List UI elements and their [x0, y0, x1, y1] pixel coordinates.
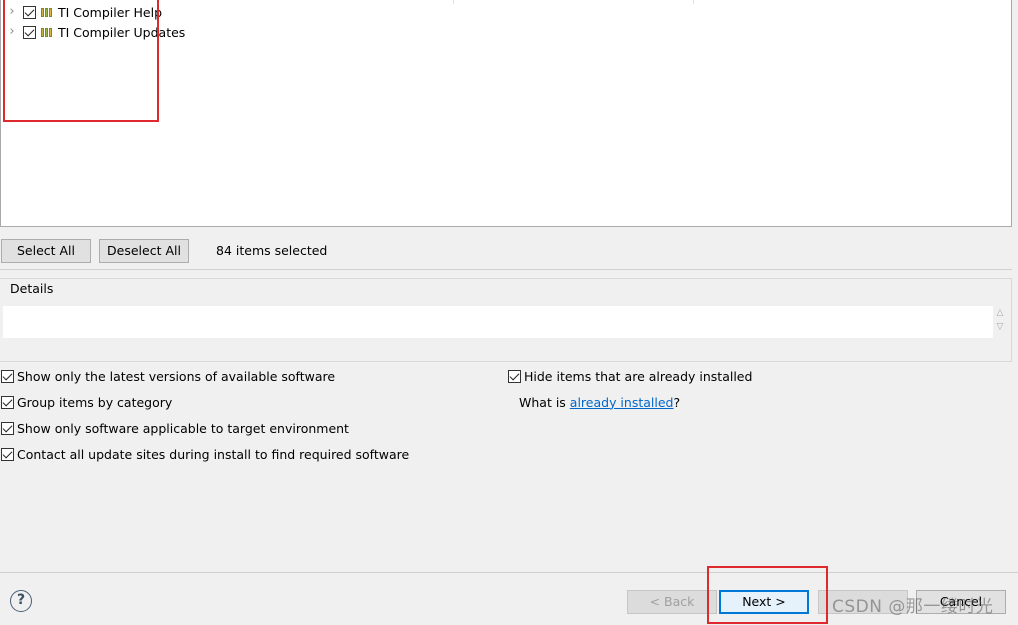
target-environment-checkbox[interactable] — [1, 421, 14, 435]
scroll-up-icon[interactable]: △ — [993, 306, 1007, 320]
details-text-area[interactable] — [3, 306, 993, 338]
divider — [0, 269, 1012, 270]
footer-divider — [0, 572, 1018, 573]
highlight-box-tree — [3, 0, 159, 122]
details-scrollbar[interactable]: △ ▽ — [993, 306, 1007, 338]
option-latest-versions[interactable]: Show only the latest versions of availab… — [1, 367, 335, 385]
deselect-all-button[interactable]: Deselect All — [99, 239, 189, 263]
hide-installed-label: Hide items that are already installed — [524, 368, 753, 384]
selection-count: 84 items selected — [216, 243, 328, 258]
already-installed-link[interactable]: already installed — [570, 395, 674, 410]
latest-versions-label: Show only the latest versions of availab… — [17, 368, 336, 384]
option-hide-installed[interactable]: Hide items that are already installed — [508, 367, 752, 385]
select-all-button[interactable]: Select All — [1, 239, 91, 263]
latest-versions-checkbox[interactable] — [1, 369, 14, 383]
what-is-prefix: What is — [519, 394, 570, 410]
option-target-environment[interactable]: Show only software applicable to target … — [1, 419, 349, 437]
what-is-installed-text: What is already installed ? — [519, 393, 680, 411]
highlight-box-next — [707, 566, 828, 624]
option-group-by-category[interactable]: Group items by category — [1, 393, 172, 411]
scroll-down-icon[interactable]: ▽ — [993, 320, 1007, 334]
details-label: Details — [9, 281, 55, 296]
target-environment-label: Show only software applicable to target … — [17, 420, 349, 436]
contact-update-sites-label: Contact all update sites during install … — [17, 446, 410, 462]
column-separator — [693, 0, 694, 4]
group-by-category-label: Group items by category — [17, 394, 173, 410]
help-icon[interactable]: ? — [10, 590, 32, 612]
column-separator — [453, 0, 454, 4]
watermark-text: CSDN @那一缕时光 — [832, 597, 994, 617]
what-is-suffix: ? — [673, 394, 681, 410]
contact-update-sites-checkbox[interactable] — [1, 447, 14, 461]
hide-installed-checkbox[interactable] — [508, 369, 521, 383]
group-by-category-checkbox[interactable] — [1, 395, 14, 409]
back-button[interactable]: < Back — [627, 590, 717, 614]
option-contact-update-sites[interactable]: Contact all update sites during install … — [1, 445, 409, 463]
